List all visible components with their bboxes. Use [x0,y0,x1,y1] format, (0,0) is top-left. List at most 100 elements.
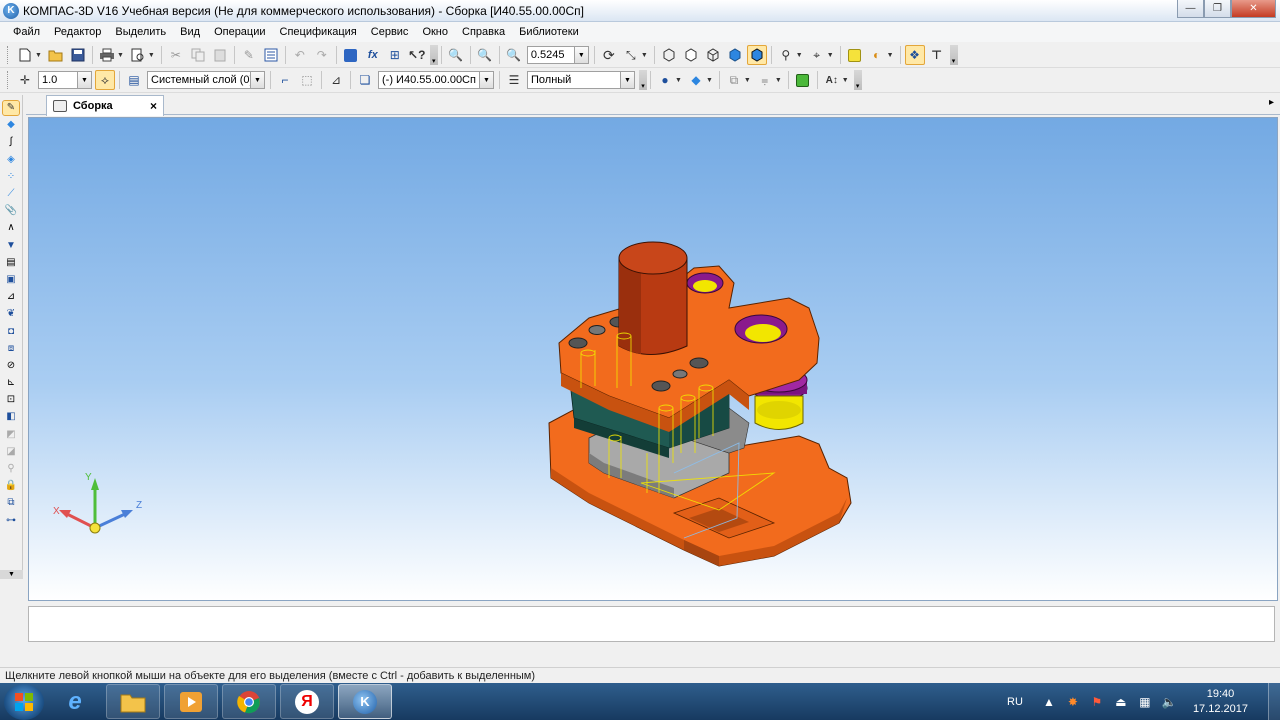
manager-button[interactable] [341,45,361,65]
edit-component-button[interactable]: ❏ [355,70,375,90]
tray-usb-icon[interactable]: ⏏ [1113,694,1129,710]
local-cs-button[interactable]: ⌐ [275,70,295,90]
layer-combo[interactable]: Системный слой (0) ▼ [147,71,265,89]
analysis-tool[interactable]: ◪ [3,444,19,458]
add-component-button[interactable] [793,70,813,90]
chevron-down-icon[interactable]: ▼ [775,77,782,84]
chevron-down-icon[interactable]: ▼ [250,72,264,88]
toolbar-overflow[interactable]: ▾ [949,45,958,65]
print-button[interactable] [97,45,117,65]
minimize-button[interactable]: — [1177,0,1204,18]
tray-app-icon[interactable]: ✸ [1065,694,1081,710]
shaded-edges-button[interactable] [746,45,767,65]
chevron-down-icon[interactable]: ▼ [887,52,894,59]
wireframe-button[interactable] [659,45,679,65]
toolbar-grip[interactable] [7,71,11,89]
auxiliary-geometry-tool[interactable]: ⟋ [3,187,19,201]
hide-button[interactable]: ◐ [867,45,887,65]
taskbar-ie[interactable]: e [48,684,102,719]
zoom-window-button[interactable]: 🔍 [446,45,466,65]
component-tool[interactable]: ◆ [3,118,19,132]
orientation-cs-button[interactable]: ⬚ [297,70,317,90]
zoom-scale-combo[interactable]: 0.5245 ▼ [526,46,589,64]
undo-button[interactable]: ↶ [290,45,310,65]
redo-button[interactable]: ↷ [312,45,332,65]
tab-assembly[interactable]: Сборка × [46,95,164,116]
chevron-down-icon[interactable]: ▼ [796,52,803,59]
menu-service[interactable]: Сервис [364,26,416,38]
format-painter-button[interactable]: ✎ [239,45,259,65]
measure-tool[interactable]: ∧ [3,221,19,235]
menu-help[interactable]: Справка [455,26,512,38]
mold-tool[interactable]: ◩ [3,427,19,441]
menu-view[interactable]: Вид [173,26,207,38]
toolbar-overflow[interactable]: ▾ [853,70,862,90]
elements-tool[interactable]: ❦ [3,307,19,321]
copy-button[interactable] [188,45,208,65]
color-button[interactable]: ● [655,70,675,90]
clock[interactable]: 19:40 17.12.2017 [1193,687,1248,717]
chevron-down-icon[interactable]: ▼ [641,52,648,59]
zoom-in-button[interactable]: 🔍 [504,45,524,65]
menu-operations[interactable]: Операции [207,26,272,38]
command-input-panel[interactable] [28,606,1275,642]
dimensions-tool[interactable]: ⊿ [3,290,19,304]
spatial-curves-tool[interactable]: ∫ [3,135,19,149]
3d-viewport[interactable]: Y X Z [28,117,1278,601]
filter-tool[interactable]: ▼ [3,238,19,252]
close-button[interactable]: ✕ [1231,0,1276,18]
toolbar-grip[interactable] [7,46,11,64]
search-tool[interactable]: ⚲ [3,462,19,476]
tray-expand-icon[interactable]: ▲ [1041,694,1057,710]
ruler-button[interactable]: ⊤ [927,45,947,65]
layer-button[interactable]: ▤ [124,70,144,90]
sections-tool[interactable]: ⊡ [3,393,19,407]
tab-scroll-right[interactable]: ▸ [1269,97,1274,108]
toolbar-scroll-down[interactable]: ▼ [0,570,23,579]
rotate-button[interactable]: ⟳ [599,45,619,65]
chevron-down-icon[interactable]: ▼ [744,77,751,84]
dynamic-rotate-button[interactable]: ❖ [904,45,925,65]
properties-button[interactable] [261,45,281,65]
assembly-model[interactable]: Y X Z [29,118,1278,601]
snap-button[interactable]: ⟡ [95,70,115,90]
arrays-tool[interactable]: ⁘ [3,169,19,183]
taskbar-yandex[interactable]: Я [280,684,334,719]
mates-tool[interactable]: 📎 [3,204,19,218]
plane-button[interactable]: ⊿ [326,70,346,90]
tree-tool[interactable]: ⊶ [3,513,19,527]
menu-window[interactable]: Окно [415,26,455,38]
current-object-combo[interactable]: (-) И40.55.00.00Сп ( ▼ [378,71,494,89]
cut-button[interactable]: ✂ [166,45,186,65]
menu-select[interactable]: Выделить [108,26,173,38]
new-document-button[interactable] [15,45,35,65]
maximize-button[interactable]: ❐ [1204,0,1231,18]
chevron-down-icon[interactable]: ▼ [573,47,588,63]
start-button[interactable] [4,683,44,720]
menu-editor[interactable]: Редактор [47,26,108,38]
chevron-down-icon[interactable]: ▼ [842,77,849,84]
menu-libraries[interactable]: Библиотеки [512,26,586,38]
chevron-down-icon[interactable]: ▼ [148,52,155,59]
step-cursor-button[interactable]: ✛ [15,70,35,90]
volume-icon[interactable]: 🔈 [1161,694,1177,710]
arrays-button[interactable]: ⧉ [724,70,744,90]
dimension-button[interactable]: A↕ [822,70,842,90]
solid-tool[interactable]: ◧ [3,410,19,424]
show-desktop-button[interactable] [1268,683,1280,720]
edit-assembly-tool[interactable]: ✎ [2,99,20,116]
menu-specification[interactable]: Спецификация [273,26,364,38]
thin-lines-button[interactable] [703,45,723,65]
toolbar-overflow[interactable]: ▾ [429,45,438,65]
chevron-down-icon[interactable]: ▼ [479,72,493,88]
chevron-down-icon[interactable]: ▼ [675,77,682,84]
taskbar-explorer[interactable] [106,684,160,719]
display-mode-combo[interactable]: Полный ▼ [527,71,635,89]
surfaces-tool[interactable]: ◈ [3,152,19,166]
cursor-step-combo[interactable]: 1.0 ▼ [38,71,92,89]
chevron-down-icon[interactable]: ▼ [706,77,713,84]
welds-tool[interactable]: ⊾ [3,376,19,390]
toolbar-overflow[interactable]: ▾ [639,70,647,90]
perspective-button[interactable]: ⌖ [807,45,827,65]
main-punch[interactable] [618,241,688,355]
